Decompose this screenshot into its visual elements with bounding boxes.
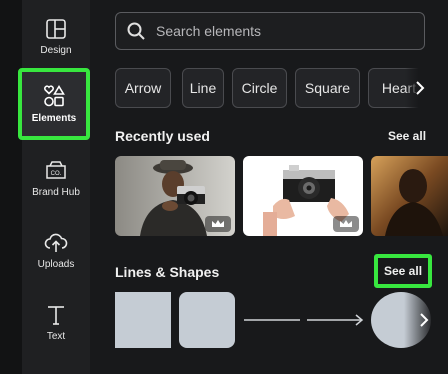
chip-line[interactable]: Line — [182, 68, 224, 108]
crown-icon — [340, 220, 352, 227]
lines-shapes-see-all-link[interactable]: See all — [374, 254, 433, 288]
rail-item-label: Uploads — [37, 259, 75, 270]
svg-text:CO.: CO. — [51, 171, 62, 177]
side-rail: Design Elements CO. Brand Hub Uploads Te… — [18, 0, 90, 374]
rail-item-design[interactable]: Design — [22, 6, 90, 68]
rail-item-text[interactable]: Text — [22, 292, 90, 354]
recently-used-heading: Recently used — [115, 128, 210, 144]
shapes-scroll-right-button[interactable] — [416, 308, 432, 332]
chevron-right-icon — [420, 313, 429, 327]
recent-photo-silhouette[interactable] — [371, 156, 448, 236]
recently-used-see-all-link[interactable]: See all — [388, 129, 426, 143]
premium-crown-badge — [205, 216, 231, 232]
text-t-icon — [48, 306, 64, 325]
cloud-upload-icon — [44, 233, 68, 252]
quick-filter-chips: Arrow Line Circle Square Heart — [115, 68, 448, 108]
chip-arrow[interactable]: Arrow — [115, 68, 171, 108]
rail-item-label: Brand Hub — [32, 187, 80, 198]
rail-item-label: Text — [46, 331, 66, 342]
chip-square[interactable]: Square — [295, 68, 360, 108]
search-bar — [115, 12, 425, 50]
elements-shapes-icon — [44, 84, 65, 107]
search-input[interactable] — [154, 22, 408, 40]
rail-item-elements[interactable]: Elements — [18, 68, 90, 140]
search-icon — [127, 22, 145, 40]
recent-photo-hands-holding-camera[interactable] — [243, 156, 363, 236]
shape-square[interactable] — [115, 292, 171, 348]
premium-crown-badge — [333, 216, 359, 232]
rail-item-brand-hub[interactable]: CO. Brand Hub — [22, 148, 90, 210]
brand-hub-icon: CO. — [46, 161, 66, 179]
elements-panel: Arrow Line Circle Square Heart Recently … — [90, 0, 448, 374]
left-edge-strip — [0, 0, 22, 374]
chevron-right-icon — [416, 81, 425, 95]
chip-circle[interactable]: Circle — [232, 68, 287, 108]
rail-item-label: Design — [40, 45, 72, 56]
lines-shapes-heading: Lines & Shapes — [115, 264, 220, 280]
recent-photo-man-with-camera[interactable] — [115, 156, 235, 236]
rail-item-label: Elements — [31, 113, 77, 124]
design-layout-icon — [46, 19, 66, 39]
rail-item-uploads[interactable]: Uploads — [22, 220, 90, 282]
crown-icon — [212, 220, 224, 227]
chips-scroll-right-button[interactable] — [405, 68, 435, 108]
shape-line[interactable] — [244, 292, 300, 348]
shape-arrow-line[interactable] — [307, 292, 365, 348]
shape-rounded-square[interactable] — [179, 292, 235, 348]
